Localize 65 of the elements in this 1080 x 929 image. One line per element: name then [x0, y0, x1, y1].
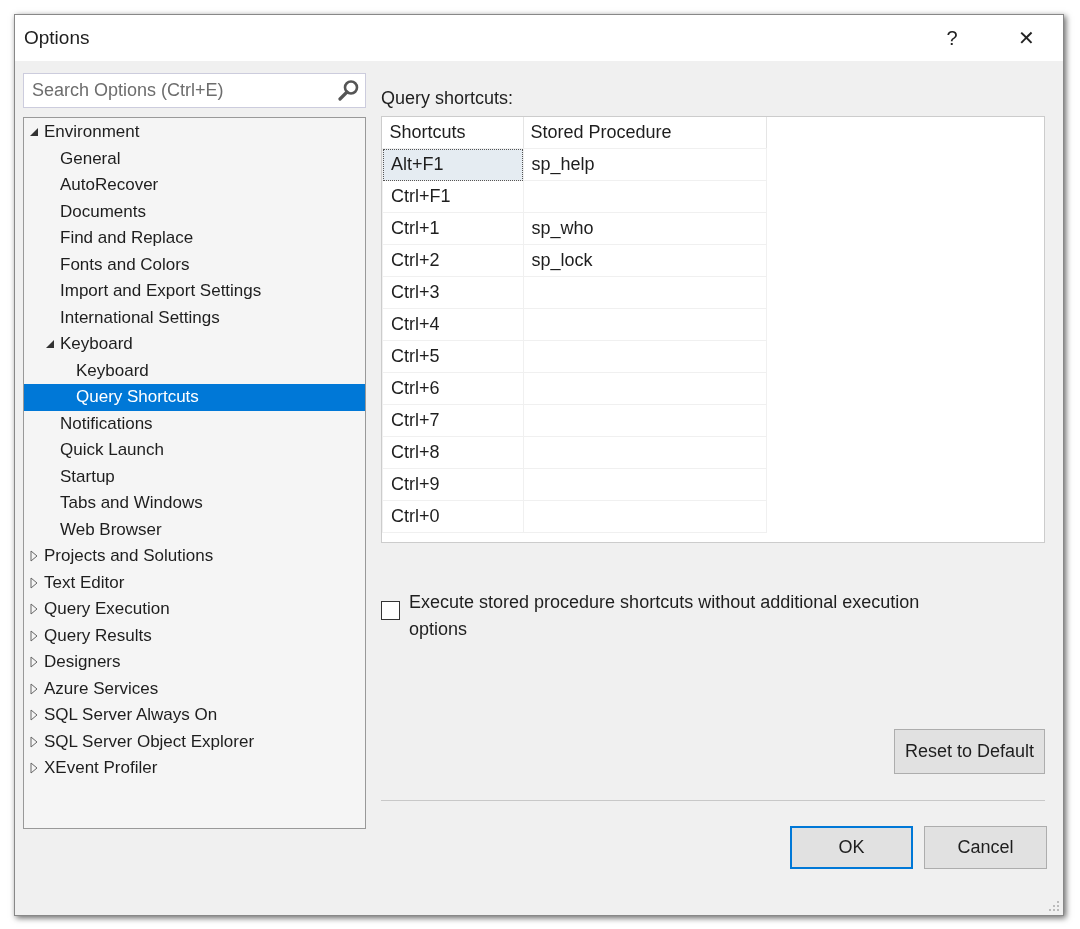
collapsed-triangle-icon[interactable]: [28, 576, 40, 589]
expanded-triangle-icon[interactable]: [28, 126, 40, 139]
tree-item[interactable]: Environment: [24, 119, 365, 146]
query-shortcuts-label: Query shortcuts:: [381, 88, 515, 109]
collapsed-triangle-icon[interactable]: [28, 603, 40, 616]
dialog-button[interactable]: Cancel: [924, 826, 1047, 869]
column-header[interactable]: Shortcuts: [382, 117, 523, 149]
collapsed-triangle-icon[interactable]: [28, 629, 40, 642]
tree-item[interactable]: Startup: [24, 463, 365, 490]
close-button[interactable]: ✕: [989, 15, 1063, 61]
tree-item[interactable]: SQL Server Always On: [24, 702, 365, 729]
search-field[interactable]: Search Options (Ctrl+E): [23, 73, 366, 108]
tree-item[interactable]: Keyboard: [24, 331, 365, 358]
column-header[interactable]: Stored Procedure: [523, 117, 766, 149]
tree-item[interactable]: Projects and Solutions: [24, 543, 365, 570]
tree-item[interactable]: Keyboard: [24, 357, 365, 384]
checkbox-label: Execute stored procedure shortcuts without additional execution options: [409, 591, 921, 641]
table-cell[interactable]: Ctrl+7: [382, 404, 523, 437]
dialog-button[interactable]: OK: [790, 826, 913, 869]
tree-item[interactable]: International Settings: [24, 304, 365, 331]
resize-grip-icon: [1047, 899, 1061, 913]
table-cell[interactable]: Ctrl+1: [382, 212, 523, 245]
table-cell[interactable]: Ctrl+3: [382, 276, 523, 309]
table-cell[interactable]: Ctrl+2: [382, 244, 523, 277]
table-cell[interactable]: Ctrl+8: [382, 436, 523, 469]
collapsed-triangle-icon[interactable]: [28, 762, 40, 775]
collapsed-triangle-icon[interactable]: [28, 735, 40, 748]
collapsed-triangle-icon[interactable]: [28, 550, 40, 563]
tree-item[interactable]: Web Browser: [24, 516, 365, 543]
tree-item[interactable]: SQL Server Object Explorer: [24, 728, 365, 755]
tree-item[interactable]: Fonts and Colors: [24, 251, 365, 278]
table-cell[interactable]: Ctrl+5: [382, 340, 523, 373]
expanded-triangle-icon[interactable]: [44, 338, 56, 351]
collapsed-triangle-icon[interactable]: [28, 682, 40, 695]
tree-item[interactable]: Azure Services: [24, 675, 365, 702]
tree-item[interactable]: AutoRecover: [24, 172, 365, 199]
table-cell[interactable]: sp_who: [523, 212, 766, 245]
table-cell[interactable]: Alt+F1: [382, 148, 523, 181]
search-icon: [338, 79, 360, 101]
tree-item[interactable]: Designers: [24, 649, 365, 676]
collapsed-triangle-icon[interactable]: [28, 709, 40, 722]
tree-item[interactable]: Find and Replace: [24, 225, 365, 252]
table-cell[interactable]: sp_lock: [523, 244, 766, 277]
table-cell[interactable]: Ctrl+6: [382, 372, 523, 405]
tree-item[interactable]: Import and Export Settings: [24, 278, 365, 305]
tree-item[interactable]: Query Execution: [24, 596, 365, 623]
tree-item[interactable]: Notifications: [24, 410, 365, 437]
collapsed-triangle-icon[interactable]: [28, 656, 40, 669]
tree-item[interactable]: Query Shortcuts: [24, 384, 365, 411]
tree-item[interactable]: Quick Launch: [24, 437, 365, 464]
checkbox[interactable]: [381, 601, 400, 620]
tree-item[interactable]: Documents: [24, 198, 365, 225]
tree-item[interactable]: General: [24, 145, 365, 172]
reset-to-default-button[interactable]: Reset to Default: [893, 729, 1045, 774]
help-button[interactable]: ?: [915, 15, 989, 61]
table-cell[interactable]: Ctrl+0: [382, 500, 523, 533]
tree-item[interactable]: Query Results: [24, 622, 365, 649]
table-cell[interactable]: Ctrl+9: [382, 468, 523, 501]
tree-item[interactable]: XEvent Profiler: [24, 755, 365, 782]
table-cell[interactable]: Ctrl+F1: [382, 180, 523, 213]
table-cell[interactable]: Ctrl+4: [382, 308, 523, 341]
tree-item[interactable]: Tabs and Windows: [24, 490, 365, 517]
table-cell[interactable]: sp_help: [523, 148, 766, 181]
tree-item[interactable]: Text Editor: [24, 569, 365, 596]
window-title: Options: [24, 27, 91, 49]
